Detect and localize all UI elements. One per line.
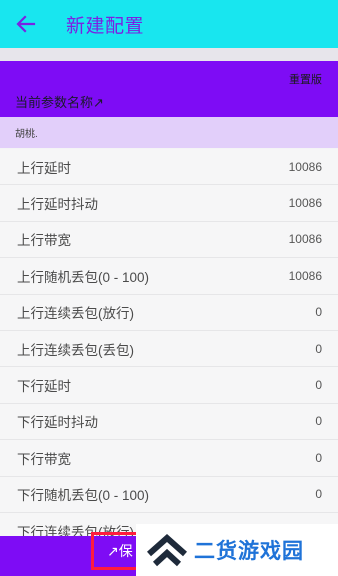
list-item[interactable]: 下行延时抖动 0: [0, 403, 338, 441]
app-bar: 新建配置: [0, 0, 338, 48]
watermark-text: 二货游戏园: [194, 540, 304, 563]
list-item[interactable]: 上行延时 10086: [0, 149, 338, 186]
list-item[interactable]: 上行延时抖动 10086: [0, 185, 338, 222]
param-label: 下行带宽: [17, 451, 71, 467]
param-value: 0: [315, 487, 322, 502]
page-title: 新建配置: [66, 15, 145, 37]
param-value: 10086: [288, 159, 322, 174]
param-value: 0: [315, 414, 322, 429]
param-name-field[interactable]: 胡桃.: [0, 117, 338, 148]
back-button[interactable]: [2, 0, 50, 48]
list-item[interactable]: 下行延时 0: [0, 367, 338, 404]
list-item[interactable]: 上行连续丢包(丢包) 0: [0, 330, 338, 368]
list-item[interactable]: 上行带宽 10086: [0, 221, 338, 259]
param-value: 0: [315, 341, 322, 356]
config-header: 重置版 当前参数名称↗: [0, 61, 338, 117]
param-label: 上行带宽: [17, 233, 71, 249]
param-value: 0: [315, 305, 322, 320]
list-item[interactable]: 上行随机丢包(0 - 100) 10086: [0, 258, 338, 295]
param-label: 上行连续丢包(丢包): [17, 342, 134, 358]
param-label: 下行延时抖动: [17, 415, 98, 431]
reset-button[interactable]: 重置版: [289, 71, 322, 87]
param-label: 上行延时: [17, 160, 71, 176]
param-value: 10086: [288, 196, 322, 211]
list-item[interactable]: 下行随机丢包(0 - 100) 0: [0, 476, 338, 513]
param-name-label[interactable]: 当前参数名称↗: [15, 92, 104, 111]
double-chevron-up-logo-icon: [147, 533, 187, 567]
param-label: 下行随机丢包(0 - 100): [17, 488, 150, 504]
divider: [0, 48, 338, 61]
list-item[interactable]: 下行带宽 0: [0, 440, 338, 477]
list-item[interactable]: 上行连续丢包(放行) 0: [0, 294, 338, 331]
param-value: 10086: [288, 232, 322, 247]
arrow-left-icon: [16, 15, 36, 33]
param-value: 0: [315, 450, 322, 465]
param-label: 上行延时抖动: [17, 197, 98, 213]
param-value: 0: [315, 378, 322, 393]
param-list: 上行延时 10086 上行延时抖动 10086 上行带宽 10086 上行随机丢…: [0, 149, 338, 550]
param-label: 上行连续丢包(放行): [17, 306, 134, 322]
param-label: 上行随机丢包(0 - 100): [17, 269, 150, 285]
param-value: 10086: [288, 268, 322, 283]
param-label: 下行延时: [17, 379, 71, 395]
watermark: 二货游戏园: [136, 524, 338, 576]
